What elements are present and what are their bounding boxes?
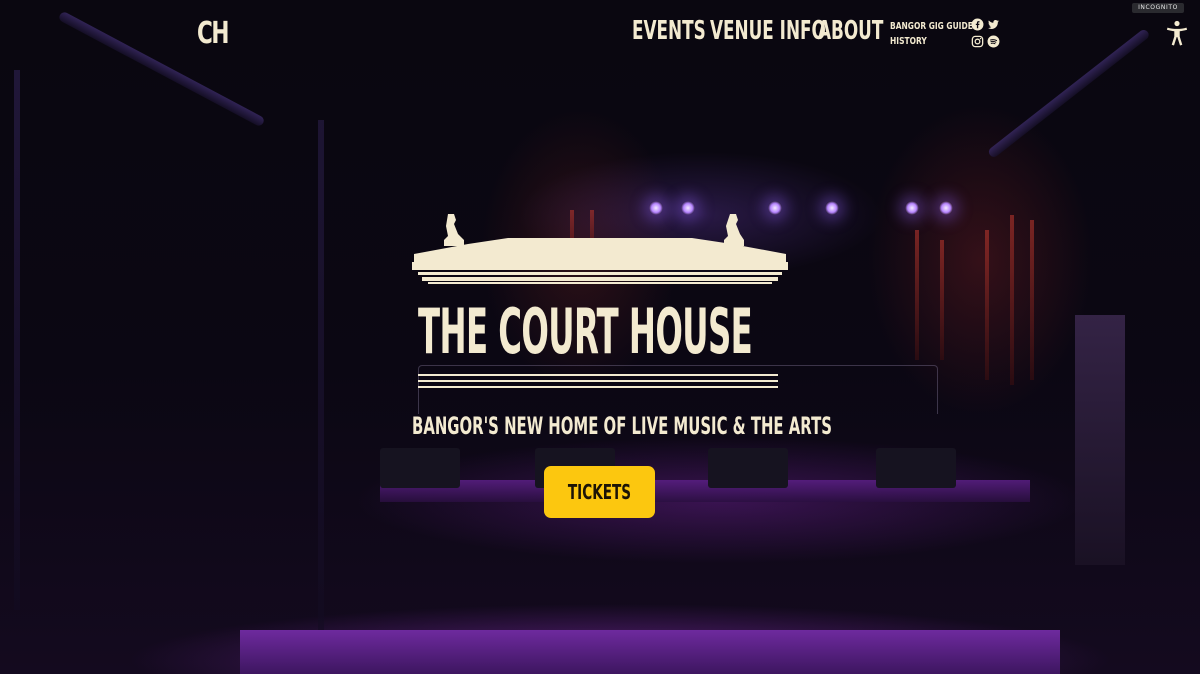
dance-floor bbox=[240, 630, 1060, 674]
pillar bbox=[318, 120, 324, 640]
side-door bbox=[1075, 315, 1125, 565]
nav-venue-info-link[interactable]: VENUE INFO bbox=[710, 16, 826, 46]
ceiling-pipe bbox=[986, 27, 1151, 159]
tickets-button-label: TICKETS bbox=[567, 480, 632, 504]
pillar bbox=[14, 70, 20, 610]
stage-monitor bbox=[708, 448, 788, 488]
facebook-icon[interactable] bbox=[971, 18, 984, 31]
page: CH EVENTS VENUE INFO ABOUT BANGOR GIG GU… bbox=[0, 0, 1200, 674]
site-logo[interactable]: CH bbox=[197, 16, 229, 51]
stage-monitor bbox=[380, 448, 460, 488]
hero-title: THE COURT HOUSE bbox=[418, 295, 753, 368]
stage-curtain bbox=[985, 230, 989, 380]
stage-curtain bbox=[1030, 220, 1034, 380]
stage-curtain bbox=[915, 230, 919, 360]
stage-monitor bbox=[876, 448, 956, 488]
instagram-icon[interactable] bbox=[971, 35, 984, 48]
tickets-button[interactable]: TICKETS bbox=[544, 466, 655, 518]
stage-curtain bbox=[1010, 215, 1014, 385]
nav-about-link[interactable]: ABOUT bbox=[818, 16, 883, 46]
ceiling-pipe bbox=[57, 10, 266, 128]
stage-light bbox=[825, 201, 839, 215]
nav-history-link[interactable]: HISTORY bbox=[890, 34, 973, 49]
spotify-icon[interactable] bbox=[987, 35, 1000, 48]
nav-events-link[interactable]: EVENTS bbox=[632, 16, 706, 46]
nav-gig-guide-link[interactable]: BANGOR GIG GUIDE bbox=[890, 19, 973, 34]
hero-tagline: BANGOR'S NEW HOME OF LIVE MUSIC & THE AR… bbox=[412, 412, 832, 440]
accessibility-icon[interactable] bbox=[1165, 20, 1189, 46]
stage-light bbox=[939, 201, 953, 215]
stage-light bbox=[905, 201, 919, 215]
social-links bbox=[971, 18, 1001, 50]
stage-curtain bbox=[940, 240, 944, 360]
incognito-badge: INCOGNITO bbox=[1132, 3, 1184, 13]
hero-title-wrapper: THE COURT HOUSE bbox=[418, 297, 782, 367]
twitter-icon[interactable] bbox=[987, 18, 1000, 31]
